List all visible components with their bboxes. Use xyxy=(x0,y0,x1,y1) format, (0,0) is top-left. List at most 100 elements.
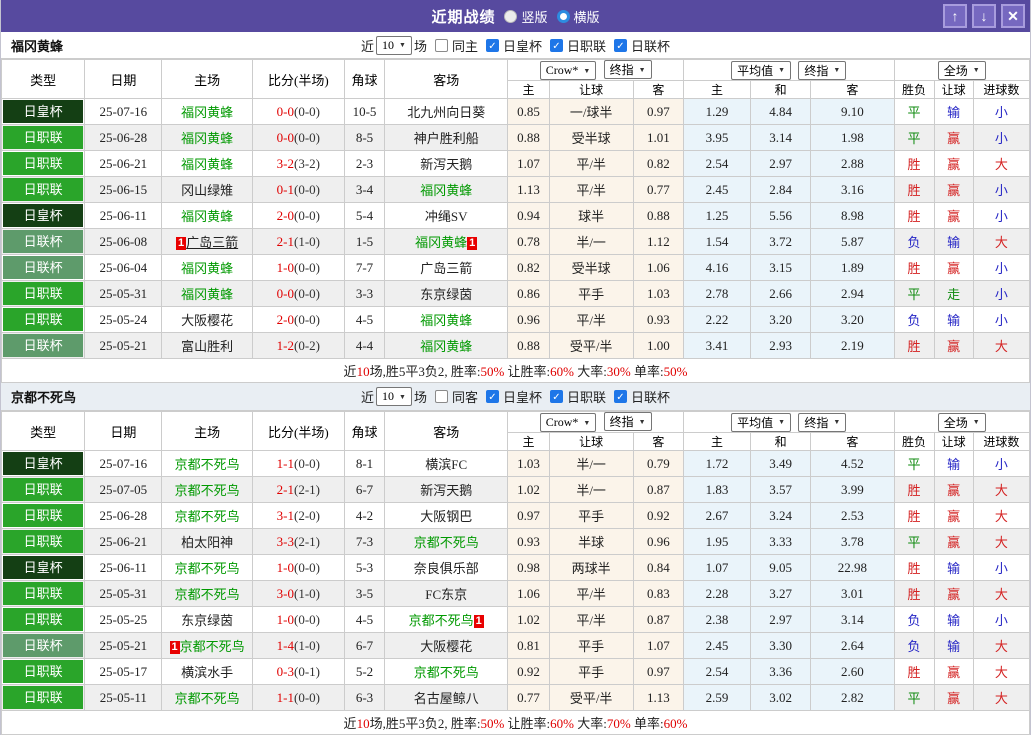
col-type: 类型 xyxy=(1,59,86,99)
corner-cell: 6-3 xyxy=(343,684,386,711)
away-team-link[interactable]: 京都不死鸟 xyxy=(409,613,474,628)
home-team-link[interactable]: 京都不死鸟 xyxy=(175,483,240,498)
sub-col-avg-draw: 和 xyxy=(750,80,812,99)
home-team-link[interactable]: 京都不死鸟 xyxy=(175,561,240,576)
away-team-link[interactable]: 福冈黄蜂 xyxy=(420,339,472,354)
home-team-link[interactable]: 大阪樱花 xyxy=(181,313,233,328)
away-team-link[interactable]: FC东京 xyxy=(425,587,467,602)
layout-vertical-option[interactable]: 竖版 xyxy=(504,7,548,26)
vertical-radio[interactable] xyxy=(504,9,518,23)
away-team-link[interactable]: 广岛三箭 xyxy=(420,261,472,276)
home-team-link[interactable]: 柏太阳神 xyxy=(181,535,233,550)
games-label: 场 xyxy=(413,38,427,54)
home-team-cell: 京都不死鸟 xyxy=(161,684,253,711)
chevron-down-icon: ▼ xyxy=(583,66,591,75)
move-down-button[interactable]: ↓ xyxy=(972,4,996,28)
avg-away-odds: 2.88 xyxy=(810,150,895,177)
match-row: 日职联 25-07-05 京都不死鸟 2-1(2-1) 6-7 新泻天鹅 1.02 半/一 0.… xyxy=(1,476,1030,503)
away-team-filter-bar: 京都不死鸟 近 10 ▼ 场 同客 ✓ 日皇杯 ✓ 日职联 ✓ 日联杯 xyxy=(1,383,1030,411)
result-outcome: 胜 xyxy=(893,580,935,607)
crow-away-odds: 1.07 xyxy=(632,632,684,659)
emperor-cup-checkbox[interactable]: ✓ xyxy=(485,38,499,52)
home-team-link[interactable]: 京都不死鸟 xyxy=(175,457,240,472)
result-goals: 大 xyxy=(972,632,1030,659)
away-team-link[interactable]: 京都不死鸟 xyxy=(414,665,479,680)
score-cell: 1-1(0-0) xyxy=(251,684,345,711)
away-team-link[interactable]: 神户胜利船 xyxy=(414,131,479,146)
home-team-link[interactable]: 福冈黄蜂 xyxy=(181,157,233,172)
home-team-cell: 冈山绿雉 xyxy=(161,176,253,203)
match-count-select[interactable]: 10 ▼ xyxy=(376,387,412,406)
away-team-link[interactable]: 京都不死鸟 xyxy=(414,535,479,550)
away-team-link[interactable]: 名古屋鲸八 xyxy=(414,691,479,706)
result-goals: 小 xyxy=(972,450,1030,477)
league-cup-checkbox[interactable]: ✓ xyxy=(614,390,627,403)
bookmaker-select[interactable]: Crow* ▼ xyxy=(539,61,597,80)
bookmaker-select[interactable]: Crow* ▼ xyxy=(539,413,597,432)
away-team-link[interactable]: 新泻天鹅 xyxy=(420,483,472,498)
move-up-button[interactable]: ↑ xyxy=(943,4,967,28)
crow-home-odds: 0.92 xyxy=(507,658,550,685)
corner-cell: 3-4 xyxy=(343,176,386,203)
home-team-link[interactable]: 福冈黄蜂 xyxy=(181,209,233,224)
crow-handicap: 受半球 xyxy=(548,124,634,151)
result-outcome: 负 xyxy=(893,632,935,659)
away-team-link[interactable]: 新泻天鹅 xyxy=(420,157,472,172)
away-team-link[interactable]: 横滨FC xyxy=(425,457,467,472)
home-team-link[interactable]: 京都不死鸟 xyxy=(175,509,240,524)
avg-home-odds: 2.28 xyxy=(682,580,752,607)
result-outcome: 胜 xyxy=(893,554,935,581)
away-team-link[interactable]: 东京绿茵 xyxy=(420,287,472,302)
home-team-link[interactable]: 福冈黄蜂 xyxy=(181,287,233,302)
match-count-select[interactable]: 10 ▼ xyxy=(376,35,412,55)
full-match-select[interactable]: 全场 ▼ xyxy=(937,60,986,80)
match-date-cell: 25-07-16 xyxy=(84,98,163,125)
titlebar: 近期战绩 竖版 横版 ↑ ↓ ✕ xyxy=(1,0,1030,32)
chevron-down-icon: ▼ xyxy=(833,66,841,74)
home-team-link[interactable]: 京都不死鸟 xyxy=(175,691,240,706)
horizontal-radio[interactable] xyxy=(556,9,570,23)
corner-cell: 5-3 xyxy=(343,554,386,581)
full-match-select[interactable]: 全场 ▼ xyxy=(937,412,986,432)
home-team-link[interactable]: 横滨水手 xyxy=(181,665,233,680)
home-team-link[interactable]: 福冈黄蜂 xyxy=(181,105,233,120)
close-button[interactable]: ✕ xyxy=(1001,4,1025,28)
final-odds-select-2[interactable]: 终指 ▼ xyxy=(798,412,847,432)
final-odds-select[interactable]: 终指 ▼ xyxy=(603,412,652,431)
home-team-link[interactable]: 富山胜利 xyxy=(181,339,233,354)
home-team-link[interactable]: 京都不死鸟 xyxy=(180,639,245,654)
layout-horizontal-option[interactable]: 横版 xyxy=(556,7,600,26)
j1-league-checkbox[interactable]: ✓ xyxy=(549,390,563,403)
home-team-link[interactable]: 广岛三箭 xyxy=(186,235,238,250)
home-team-link[interactable]: 冈山绿雉 xyxy=(181,183,233,198)
avg-draw-odds: 3.02 xyxy=(750,684,812,711)
corner-cell: 4-4 xyxy=(343,332,386,359)
emperor-cup-checkbox[interactable]: ✓ xyxy=(485,390,499,403)
away-team-link[interactable]: 北九州向日葵 xyxy=(407,105,485,120)
away-team-link[interactable]: 福冈黄蜂 xyxy=(420,313,472,328)
average-select[interactable]: 平均值 ▼ xyxy=(731,60,792,80)
league-cup-checkbox[interactable]: ✓ xyxy=(614,38,627,52)
crow-handicap: 受平/半 xyxy=(548,332,634,359)
avg-away-odds: 3.16 xyxy=(810,176,895,203)
away-team-link[interactable]: 奈良俱乐部 xyxy=(414,561,479,576)
away-team-link[interactable]: 大阪钢巴 xyxy=(420,509,472,524)
same-home-checkbox[interactable] xyxy=(434,38,448,52)
away-team-link[interactable]: 福冈黄蜂 xyxy=(415,235,467,250)
final-odds-select[interactable]: 终指 ▼ xyxy=(603,60,652,79)
games-label: 场 xyxy=(413,390,427,405)
home-team-link[interactable]: 福冈黄蜂 xyxy=(181,131,233,146)
home-team-cell: 福冈黄蜂 xyxy=(161,124,253,151)
home-team-link[interactable]: 京都不死鸟 xyxy=(175,587,240,602)
home-team-link[interactable]: 福冈黄蜂 xyxy=(181,261,233,276)
away-team-link[interactable]: 大阪樱花 xyxy=(420,639,472,654)
average-select[interactable]: 平均值 ▼ xyxy=(731,412,792,432)
final-odds-select-2[interactable]: 终指 ▼ xyxy=(798,60,847,80)
same-away-checkbox[interactable] xyxy=(434,390,448,403)
chevron-down-icon: ▼ xyxy=(399,392,406,401)
j1-league-checkbox[interactable]: ✓ xyxy=(549,38,563,52)
home-team-link[interactable]: 东京绿茵 xyxy=(181,613,233,628)
away-team-link[interactable]: 冲绳SV xyxy=(425,209,468,224)
away-team-link[interactable]: 福冈黄蜂 xyxy=(420,183,472,198)
match-row: 日联杯 25-06-08 1 广岛三箭 2-1(1-0) 1-5 福冈黄蜂 1 0.78 半/一 1… xyxy=(1,228,1030,255)
